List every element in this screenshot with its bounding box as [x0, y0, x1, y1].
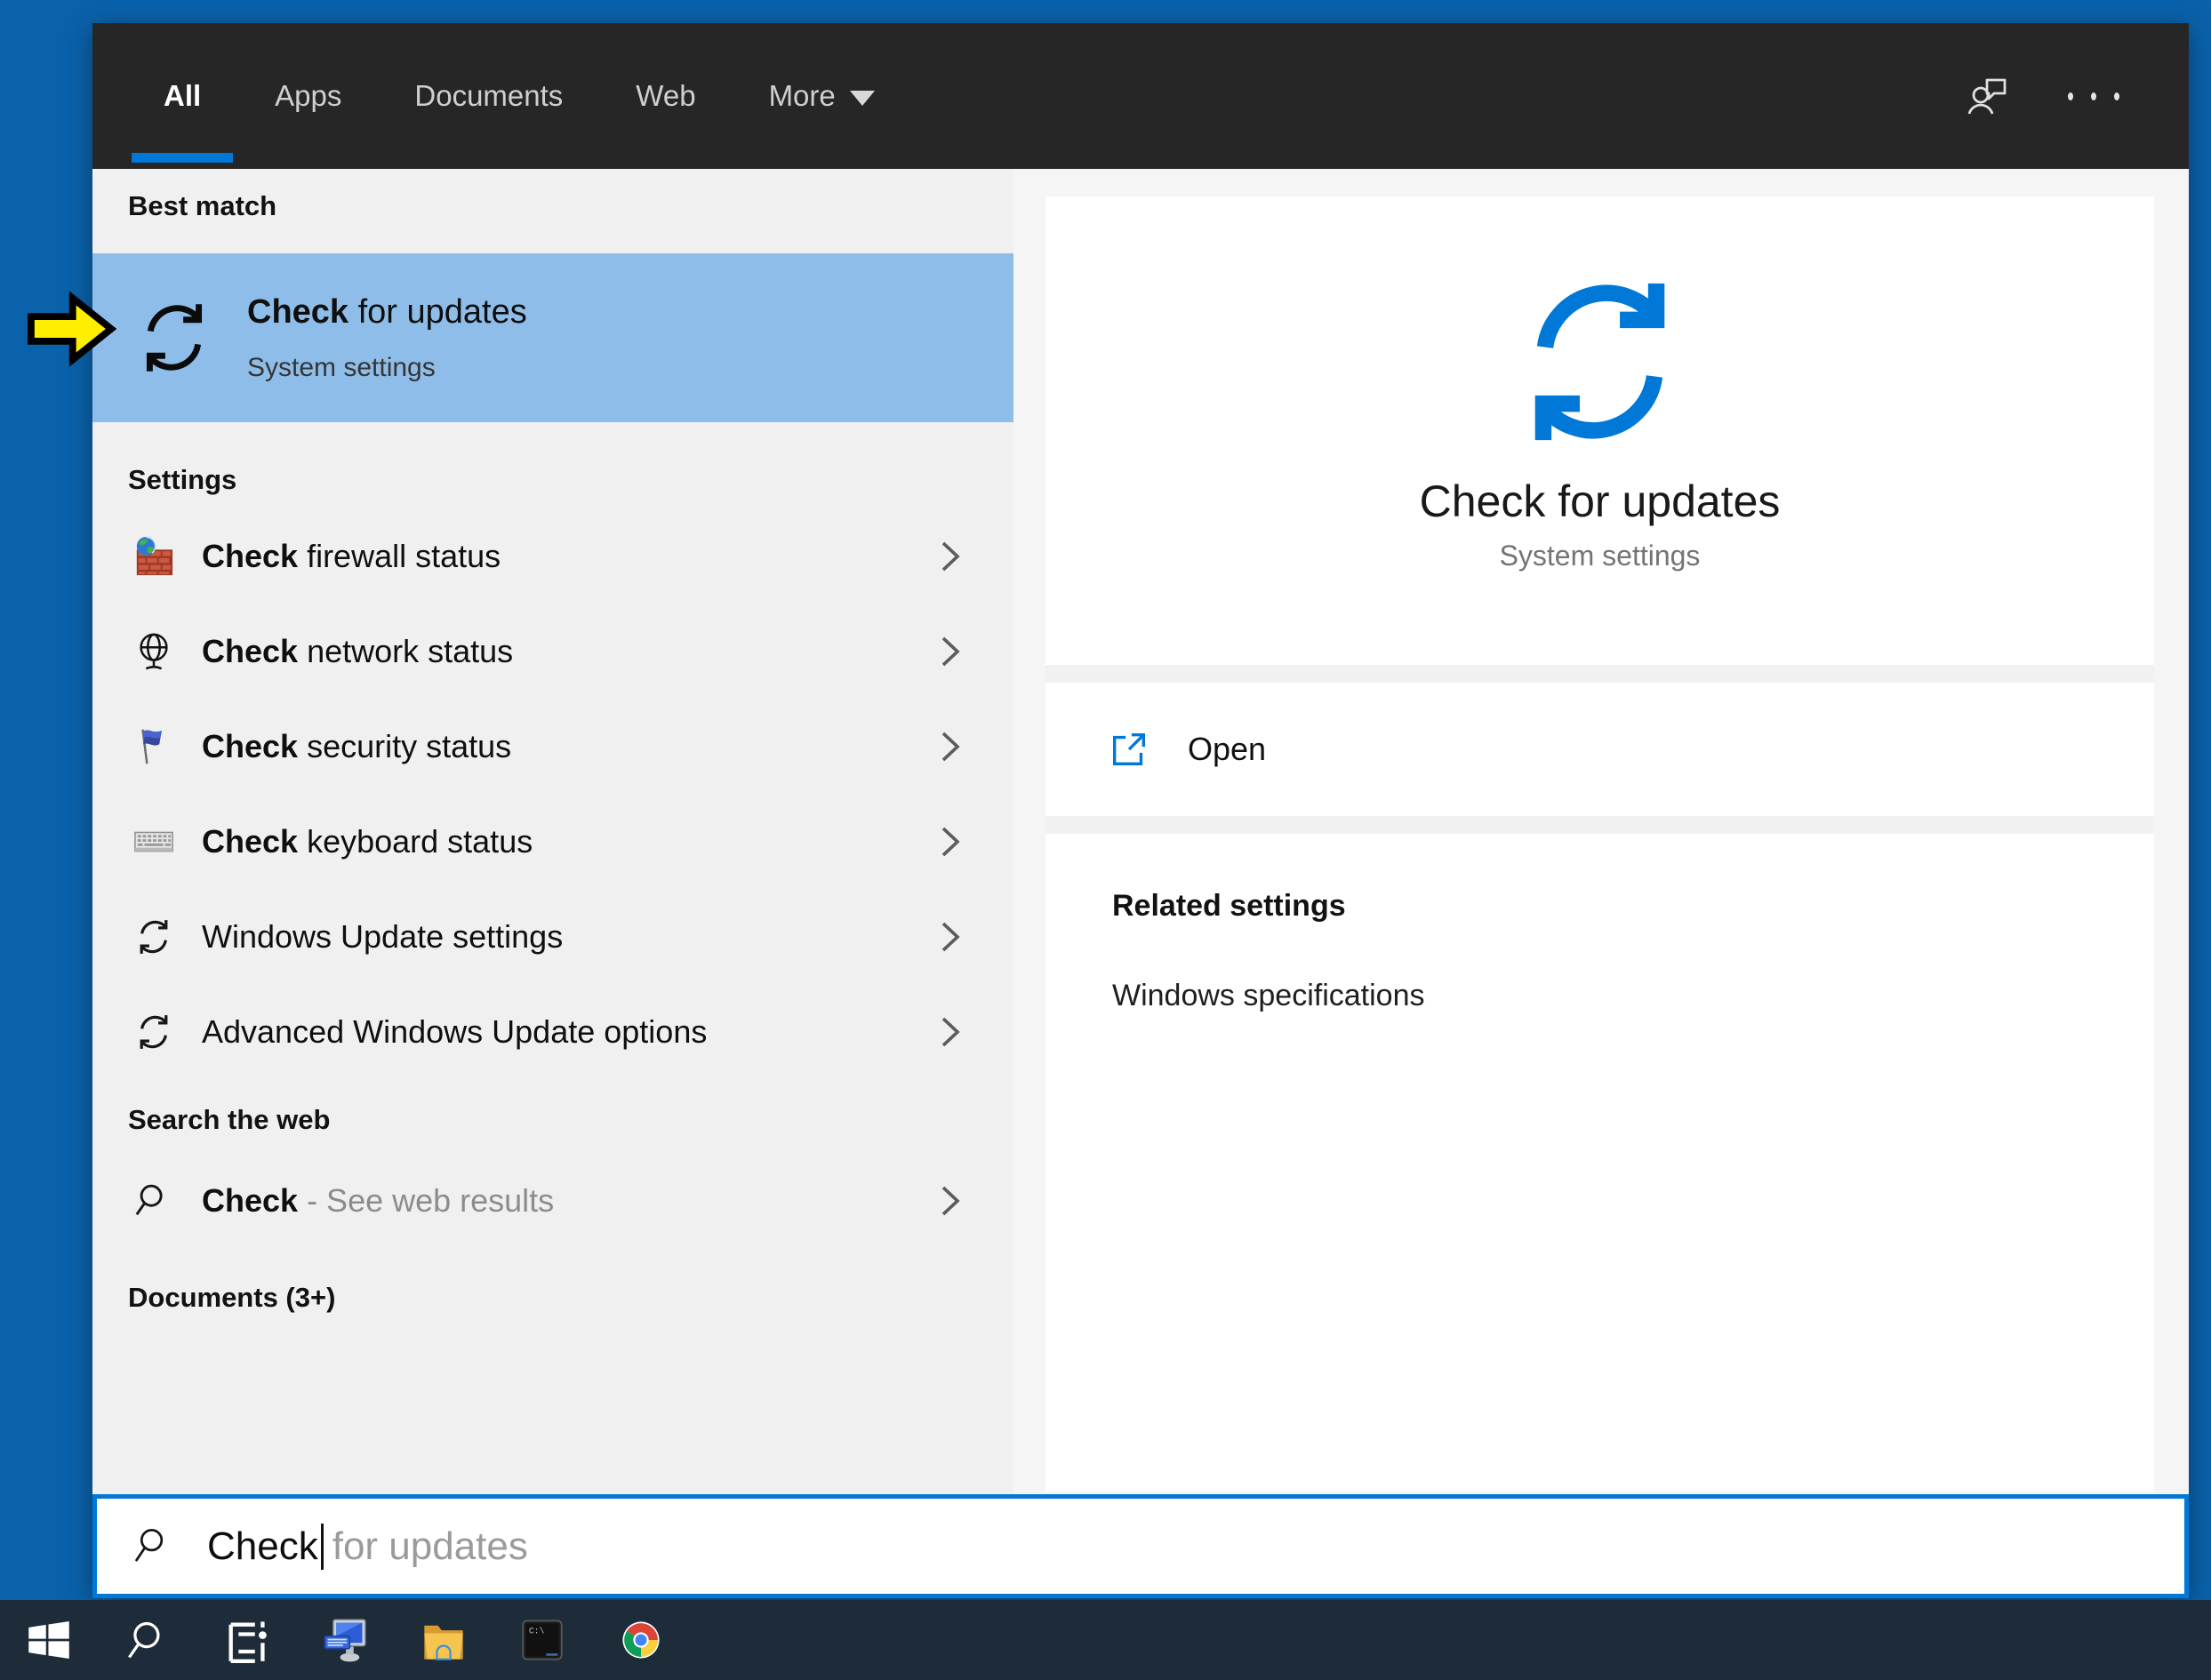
preview-title: Check for updates — [1419, 476, 1781, 526]
chevron-down-icon — [849, 90, 875, 106]
chevron-right-icon — [941, 541, 960, 571]
search-input-typed-text[interactable]: Check — [207, 1524, 318, 1569]
tab-apps[interactable]: Apps — [238, 23, 378, 169]
result-check-keyboard-status[interactable]: Check keyboard status — [92, 794, 1013, 889]
search-header: All Apps Documents Web More — [92, 23, 2189, 169]
search-input-suggestion-text: for updates — [332, 1524, 528, 1568]
result-check-network-status[interactable]: Check network status — [92, 604, 1013, 699]
settings-results-list: Check firewall status Check network stat… — [92, 508, 1013, 1079]
search-input-bar[interactable]: Check for updates — [92, 1494, 2189, 1598]
chevron-right-icon — [941, 922, 960, 951]
annotation-arrow-right-icon — [28, 291, 117, 367]
related-item-windows-specifications[interactable]: Windows specifications — [1112, 979, 2154, 1013]
result-check-firewall-status[interactable]: Check firewall status — [92, 508, 1013, 604]
security-flag-icon — [141, 729, 163, 764]
sync-icon — [1534, 283, 1665, 441]
open-external-icon — [1113, 733, 1145, 765]
keyboard-icon — [134, 831, 173, 852]
preview-hero: Check for updates System settings — [1045, 196, 2154, 665]
tab-documents[interactable]: Documents — [378, 23, 599, 169]
result-title: Check for updates — [247, 292, 527, 331]
search-the-web-header: Search the web — [128, 1104, 331, 1135]
sync-icon — [146, 304, 203, 372]
preview-panel-area: Check for updates System settings Open R… — [1013, 169, 2189, 1494]
task-view-icon[interactable] — [222, 1616, 270, 1664]
ellipsis-icon[interactable] — [2068, 70, 2119, 122]
open-label: Open — [1188, 731, 1267, 767]
tab-web[interactable]: Web — [599, 23, 732, 169]
windows-start-icon[interactable] — [25, 1616, 73, 1664]
chevron-right-icon — [941, 732, 960, 761]
chevron-right-icon — [941, 636, 960, 666]
result-web-check[interactable]: Check - See web results — [92, 1152, 1013, 1250]
tab-more[interactable]: More — [733, 23, 911, 169]
chevron-right-icon — [941, 1017, 960, 1046]
file-explorer-icon[interactable] — [420, 1616, 468, 1664]
taskbar: C:\ — [0, 1600, 2211, 1680]
chevron-right-icon — [941, 1186, 960, 1216]
sync-icon — [140, 1014, 168, 1049]
search-flyout-window: All Apps Documents Web More Best match C… — [92, 23, 2189, 1598]
result-windows-update-settings[interactable]: Windows Update settings — [92, 889, 1013, 984]
settings-section-header: Settings — [128, 464, 237, 495]
tab-all[interactable]: All — [132, 23, 238, 169]
preview-subtitle: System settings — [1499, 540, 1701, 572]
search-icon — [134, 1529, 164, 1562]
user-feedback-icon[interactable] — [1961, 70, 2013, 122]
result-advanced-windows-update-options[interactable]: Advanced Windows Update options — [92, 984, 1013, 1079]
search-icon[interactable] — [124, 1616, 172, 1664]
documents-section-header: Documents (3+) — [128, 1282, 336, 1313]
text-cursor — [320, 1523, 324, 1570]
section-divider — [1045, 816, 2154, 834]
search-results-body: Best match Check for updates System sett… — [92, 169, 2189, 1494]
svg-text:C:\: C:\ — [529, 1626, 545, 1636]
related-settings-header: Related settings — [1112, 889, 1346, 923]
section-divider — [1045, 665, 2154, 683]
best-match-header: Best match — [128, 190, 277, 221]
related-settings-section: Related settings Windows specifications — [1045, 834, 2154, 1492]
firewall-icon — [136, 536, 173, 575]
best-match-result-check-for-updates[interactable]: Check for updates System settings — [92, 253, 1013, 422]
chrome-icon[interactable] — [617, 1616, 665, 1664]
sync-icon — [140, 919, 168, 954]
preview-card: Check for updates System settings Open R… — [1045, 196, 2154, 1492]
search-filter-tabs: All Apps Documents Web More — [92, 23, 911, 169]
network-globe-icon — [140, 633, 168, 669]
result-subtitle: System settings — [247, 352, 436, 382]
results-panel: Best match Check for updates System sett… — [92, 169, 1013, 1494]
command-prompt-icon[interactable]: C:\ — [518, 1616, 566, 1664]
chevron-right-icon — [941, 827, 960, 856]
remote-desktop-icon[interactable] — [321, 1616, 369, 1664]
result-check-security-status[interactable]: Check security status — [92, 699, 1013, 794]
open-action[interactable]: Open — [1045, 683, 2154, 816]
search-icon — [135, 1184, 163, 1216]
